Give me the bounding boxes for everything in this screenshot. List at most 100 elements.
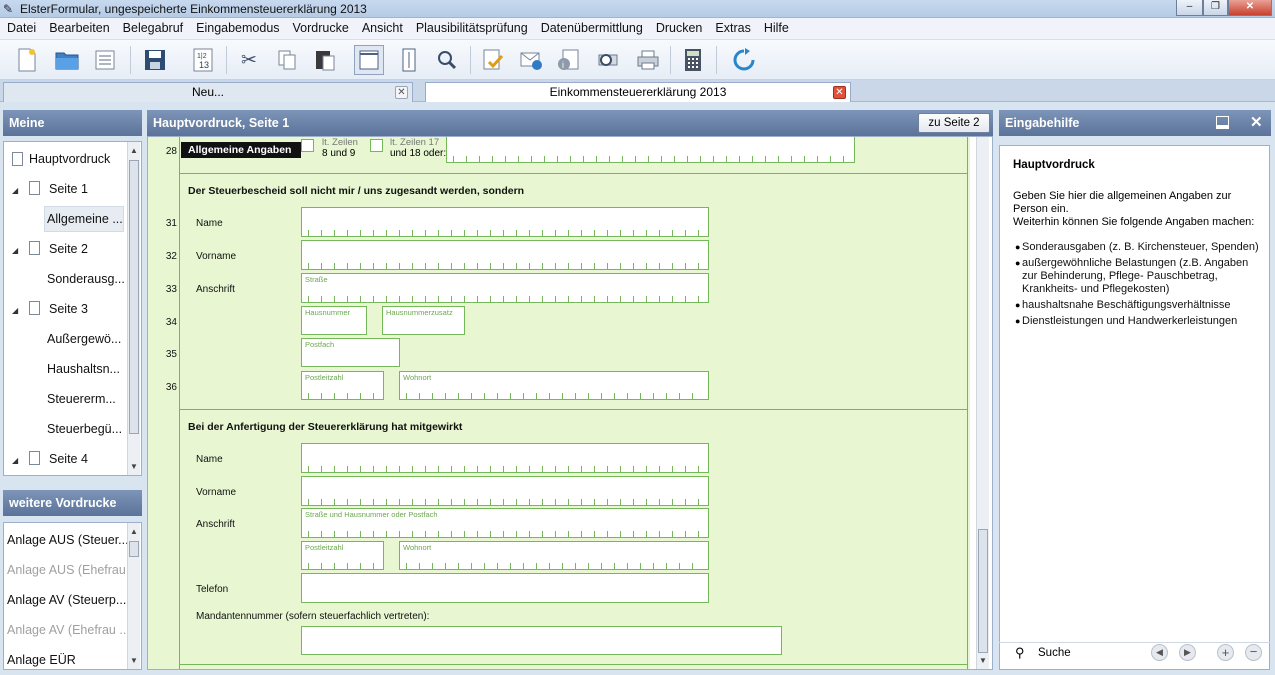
berater-postleitzahl-input[interactable]: Postleitzahl bbox=[301, 541, 384, 570]
paste-icon[interactable] bbox=[310, 45, 340, 75]
print-icon[interactable] bbox=[633, 45, 663, 75]
address-input[interactable] bbox=[446, 137, 855, 163]
close-window-button[interactable]: ✕ bbox=[1228, 0, 1272, 16]
menu-extras[interactable]: Extras bbox=[708, 18, 756, 35]
open-folder-icon[interactable] bbox=[52, 45, 82, 75]
scroll-up-icon[interactable]: ▲ bbox=[130, 527, 138, 536]
tree-item-seite-2[interactable]: Seite 2 bbox=[49, 242, 88, 256]
list-item-anlage-euer[interactable]: Anlage EÜR bbox=[7, 653, 76, 667]
menu-datei[interactable]: Datei bbox=[0, 18, 42, 35]
new-document-icon[interactable] bbox=[12, 45, 42, 75]
name-input[interactable] bbox=[301, 207, 709, 237]
minimize-panel-icon[interactable] bbox=[1216, 116, 1229, 129]
list-scrollbar[interactable]: ▲ ▼ bbox=[127, 523, 140, 669]
expand-arrow-icon[interactable]: ◢ bbox=[12, 306, 18, 315]
scroll-down-icon[interactable]: ▼ bbox=[130, 462, 138, 471]
close-tab-icon[interactable]: ✕ bbox=[395, 86, 408, 99]
postleitzahl-input[interactable]: Postleitzahl bbox=[301, 371, 384, 400]
list-item-anlage-av-steuerp[interactable]: Anlage AV (Steuerp... bbox=[7, 593, 126, 607]
print-preview-icon[interactable] bbox=[593, 45, 623, 75]
menu-drucken[interactable]: Drucken bbox=[649, 18, 709, 35]
menu-hilfe[interactable]: Hilfe bbox=[757, 18, 795, 35]
tree-scrollbar[interactable]: ▲ ▼ bbox=[127, 142, 140, 475]
send-mail-icon[interactable] bbox=[516, 45, 546, 75]
tree-item-steuerbeguenstigung[interactable]: Steuerbegü... bbox=[47, 422, 122, 436]
refresh-icon[interactable] bbox=[729, 45, 759, 75]
strasse-input[interactable]: Straße bbox=[301, 273, 709, 303]
tab-einkommensteuererklaerung-2013[interactable]: Einkommensteuererklärung 2013 ✕ bbox=[425, 82, 851, 102]
wohnort-input[interactable]: Wohnort bbox=[399, 371, 709, 400]
list-icon[interactable] bbox=[90, 45, 120, 75]
tree-item-steuerermaessigung[interactable]: Steuererm... bbox=[47, 392, 116, 406]
zoom-icon[interactable] bbox=[432, 45, 462, 75]
scrollbar-thumb[interactable] bbox=[129, 541, 139, 557]
copy-icon[interactable] bbox=[272, 45, 302, 75]
list-item-anlage-aus-steuer[interactable]: Anlage AUS (Steuer... bbox=[7, 533, 129, 547]
plausibility-check-icon[interactable] bbox=[478, 45, 508, 75]
checkbox[interactable] bbox=[301, 139, 314, 152]
close-panel-icon[interactable]: ✕ bbox=[1250, 113, 1263, 131]
berater-vorname-input[interactable] bbox=[301, 476, 709, 506]
menu-plausibilitaetspruefung[interactable]: Plausibilitätsprüfung bbox=[409, 18, 534, 35]
back-arrow-icon[interactable]: ◀ bbox=[1151, 644, 1168, 661]
tree-item-hauptvordruck[interactable]: Hauptvordruck bbox=[29, 152, 110, 166]
fit-width-icon[interactable] bbox=[354, 45, 384, 75]
field-label: Mandantennummer (sofern steuerfachlich v… bbox=[196, 611, 430, 622]
berater-strasse-input[interactable]: Straße und Hausnummer oder Postfach bbox=[301, 508, 709, 538]
fragment-label: lt. Zeilen 17 bbox=[390, 137, 440, 148]
save-icon[interactable] bbox=[140, 45, 170, 75]
scrollbar-thumb[interactable] bbox=[978, 529, 988, 653]
mandantennummer-input[interactable] bbox=[301, 626, 782, 655]
expand-arrow-icon[interactable]: ◢ bbox=[12, 186, 18, 195]
expand-arrow-icon[interactable]: ◢ bbox=[12, 246, 18, 255]
form-scrollbar[interactable]: ▼ bbox=[976, 137, 989, 669]
postfach-input[interactable]: Postfach bbox=[301, 338, 400, 367]
scrollbar-thumb[interactable] bbox=[129, 160, 139, 434]
close-tab-icon[interactable]: ✕ bbox=[833, 86, 846, 99]
minimize-button[interactable]: – bbox=[1176, 0, 1203, 16]
cut-icon[interactable]: ✂ bbox=[234, 45, 264, 75]
berater-wohnort-input[interactable]: Wohnort bbox=[399, 541, 709, 570]
menu-ansicht[interactable]: Ansicht bbox=[355, 18, 409, 35]
binoculars-icon[interactable]: ⚲ bbox=[1015, 645, 1025, 661]
menu-vordrucke[interactable]: Vordrucke bbox=[286, 18, 355, 35]
tree-item-allgemeine-angaben[interactable]: Allgemeine ... bbox=[47, 212, 123, 226]
menu-eingabemodus[interactable]: Eingabemodus bbox=[189, 18, 285, 35]
berater-name-input[interactable] bbox=[301, 443, 709, 473]
field-label: Name bbox=[196, 218, 223, 229]
bullet-icon: ● bbox=[1015, 258, 1021, 268]
tree-item-aussergewoehnliche[interactable]: Außergewö... bbox=[47, 332, 121, 346]
document-icon bbox=[29, 181, 40, 195]
search-link[interactable]: Suche bbox=[1038, 647, 1071, 659]
weitere-vordrucke-list: Anlage AUS (Steuer... Anlage AUS (Ehefra… bbox=[3, 522, 142, 670]
telefon-input[interactable] bbox=[301, 573, 709, 603]
forward-arrow-icon[interactable]: ▶ bbox=[1179, 644, 1196, 661]
goto-page-2-button[interactable]: zu Seite 2 bbox=[918, 113, 990, 133]
field-label: Anschrift bbox=[196, 284, 235, 295]
scroll-down-icon[interactable]: ▼ bbox=[130, 656, 138, 665]
tab-neu[interactable]: Neu... ✕ bbox=[3, 82, 413, 102]
calculator-icon[interactable] bbox=[678, 45, 708, 75]
menu-datenuebermittlung[interactable]: Datenübermittlung bbox=[534, 18, 649, 35]
menu-belegabruf[interactable]: Belegabruf bbox=[116, 18, 189, 35]
hausnummerzusatz-input[interactable]: Hausnummerzusatz bbox=[382, 306, 465, 335]
zoom-out-icon[interactable]: − bbox=[1245, 644, 1262, 661]
scroll-down-icon[interactable]: ▼ bbox=[979, 656, 987, 665]
tree-item-seite-3[interactable]: Seite 3 bbox=[49, 302, 88, 316]
fit-page-icon[interactable] bbox=[394, 45, 424, 75]
tree-item-seite-4[interactable]: Seite 4 bbox=[49, 452, 88, 466]
tree-item-sonderausgaben[interactable]: Sonderausg... bbox=[47, 272, 125, 286]
tree-item-haushaltsnahe[interactable]: Haushaltsn... bbox=[47, 362, 120, 376]
expand-arrow-icon[interactable]: ◢ bbox=[12, 456, 18, 465]
page-number-icon[interactable]: 1|2 13 bbox=[188, 45, 218, 75]
list-item-anlage-aus-ehefrau: Anlage AUS (Ehefrau... bbox=[7, 563, 137, 577]
zoom-in-icon[interactable]: + bbox=[1217, 644, 1234, 661]
info-download-icon[interactable]: i bbox=[554, 45, 584, 75]
hausnummer-input[interactable]: Hausnummer bbox=[301, 306, 367, 335]
checkbox[interactable] bbox=[370, 139, 383, 152]
tree-item-seite-1[interactable]: Seite 1 bbox=[49, 182, 88, 196]
vorname-input[interactable] bbox=[301, 240, 709, 270]
restore-button[interactable]: ❐ bbox=[1203, 0, 1228, 16]
menu-bearbeiten[interactable]: Bearbeiten bbox=[42, 18, 115, 35]
scroll-up-icon[interactable]: ▲ bbox=[130, 146, 138, 155]
